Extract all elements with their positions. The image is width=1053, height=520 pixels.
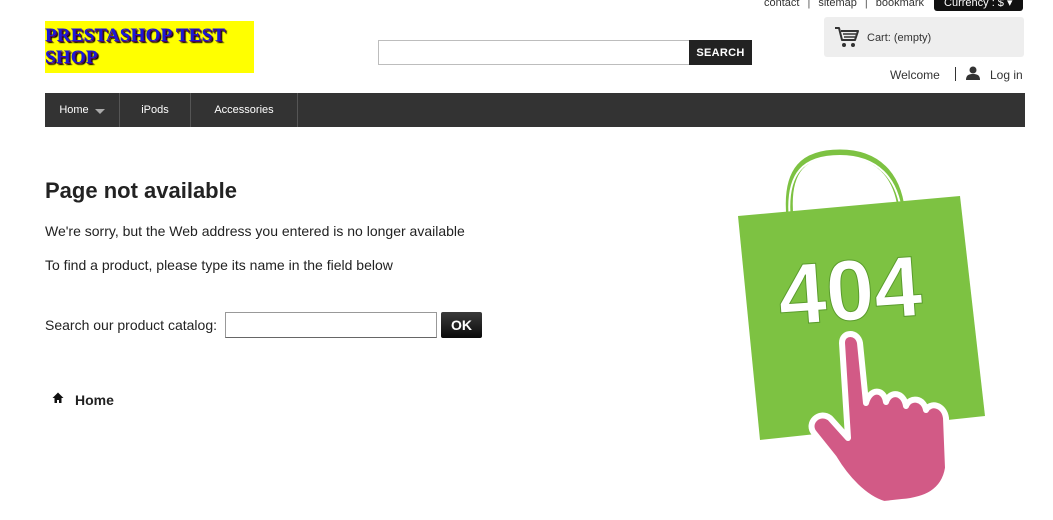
shopping-bag-404-icon: 404 — [730, 148, 1000, 513]
chevron-down-icon — [94, 108, 105, 114]
page-title: Page not available — [45, 178, 237, 203]
catalog-search-input[interactable] — [225, 312, 437, 338]
search-hint: To find a product, please type its name … — [45, 257, 393, 273]
main-menu: Home iPods Accessories — [45, 93, 1025, 127]
catalog-search-label: Search our product catalog: — [45, 317, 217, 333]
shop-logo-text: PRESTASHOP TEST SHOP — [45, 25, 225, 68]
user-icon — [965, 66, 981, 85]
bookmark-link[interactable]: bookmark — [876, 0, 924, 9]
home-link[interactable]: Home — [75, 392, 114, 408]
menu-item-label: Home — [59, 104, 89, 116]
menu-item-accessories[interactable]: Accessories — [191, 93, 298, 127]
error-code: 404 — [775, 238, 925, 344]
separator: | — [807, 0, 811, 9]
currency-selector[interactable]: Currency : $ ▾ — [934, 0, 1023, 11]
menu-item-label: iPods — [141, 104, 169, 116]
cart-block[interactable]: Cart: (empty) — [824, 17, 1024, 57]
menu-item-home[interactable]: Home — [45, 93, 120, 127]
welcome-text: Welcome — [890, 68, 940, 82]
separator: | — [864, 0, 868, 9]
divider — [955, 67, 956, 81]
error-message: We're sorry, but the Web address you ent… — [45, 223, 465, 239]
sitemap-link[interactable]: sitemap — [818, 0, 857, 9]
cart-label: Cart: (empty) — [867, 32, 932, 44]
contact-link[interactable]: contact — [764, 0, 799, 9]
home-icon — [52, 391, 64, 409]
shop-logo[interactable]: PRESTASHOP TEST SHOP — [45, 21, 254, 73]
search-input[interactable] — [378, 40, 690, 65]
menu-item-ipods[interactable]: iPods — [120, 93, 191, 127]
search-button[interactable]: SEARCH — [689, 40, 752, 65]
top-links: contact | sitemap | bookmark Currency : … — [764, 0, 1023, 11]
catalog-search-ok-button[interactable]: OK — [441, 312, 482, 338]
menu-item-label: Accessories — [214, 104, 274, 116]
cart-icon — [834, 25, 860, 54]
login-link[interactable]: Log in — [990, 68, 1023, 82]
